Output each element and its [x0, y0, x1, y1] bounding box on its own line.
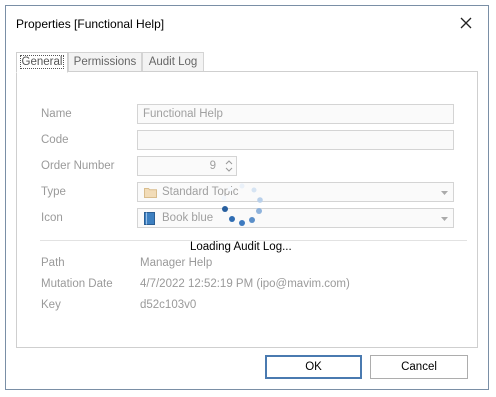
mutation-date-value: 4/7/2022 12:52:19 PM (ipo@mavim.com) [140, 278, 350, 290]
icon-dropdown[interactable]: Book blue [137, 208, 454, 228]
icon-label: Icon [41, 212, 63, 224]
tab-general-label: General [19, 55, 65, 69]
general-panel: Name Functional Help Code Order Number 9… [16, 71, 478, 348]
order-number-label: Order Number [41, 160, 115, 172]
tab-general[interactable]: General [16, 52, 68, 73]
type-dropdown[interactable]: Standard Topic [137, 182, 454, 202]
spin-arrows-icon[interactable] [222, 157, 236, 175]
code-field[interactable] [137, 130, 454, 150]
folder-icon [144, 188, 157, 198]
order-number-value: 9 [209, 160, 216, 172]
close-icon [460, 17, 472, 29]
book-icon [144, 212, 155, 225]
tab-audit-log-label: Audit Log [148, 56, 198, 68]
close-button[interactable] [458, 15, 474, 31]
title-bar: Properties [Functional Help] [6, 6, 488, 36]
loading-text: Loading Audit Log... [190, 241, 292, 253]
name-field[interactable]: Functional Help [137, 104, 454, 124]
key-label: Key [41, 299, 61, 311]
mutation-date-label: Mutation Date [41, 278, 113, 290]
tab-permissions[interactable]: Permissions [68, 52, 142, 72]
chevron-down-icon [441, 217, 448, 221]
properties-dialog: Properties [Functional Help] General Per… [5, 5, 489, 390]
path-value: Manager Help [140, 257, 213, 269]
icon-value: Book blue [162, 212, 214, 224]
chevron-down-icon [441, 191, 448, 195]
dialog-title: Properties [Functional Help] [16, 17, 165, 31]
type-label: Type [41, 186, 66, 198]
name-label: Name [41, 108, 72, 120]
code-label: Code [41, 134, 69, 146]
loading-spinner-icon [221, 183, 263, 226]
path-label: Path [41, 257, 65, 269]
key-value: d52c103v0 [140, 299, 197, 311]
tab-audit-log[interactable]: Audit Log [142, 52, 204, 72]
ok-button[interactable]: OK [265, 355, 362, 379]
cancel-button[interactable]: Cancel [370, 355, 468, 379]
tab-permissions-label: Permissions [73, 56, 137, 68]
order-number-stepper[interactable]: 9 [137, 156, 237, 176]
